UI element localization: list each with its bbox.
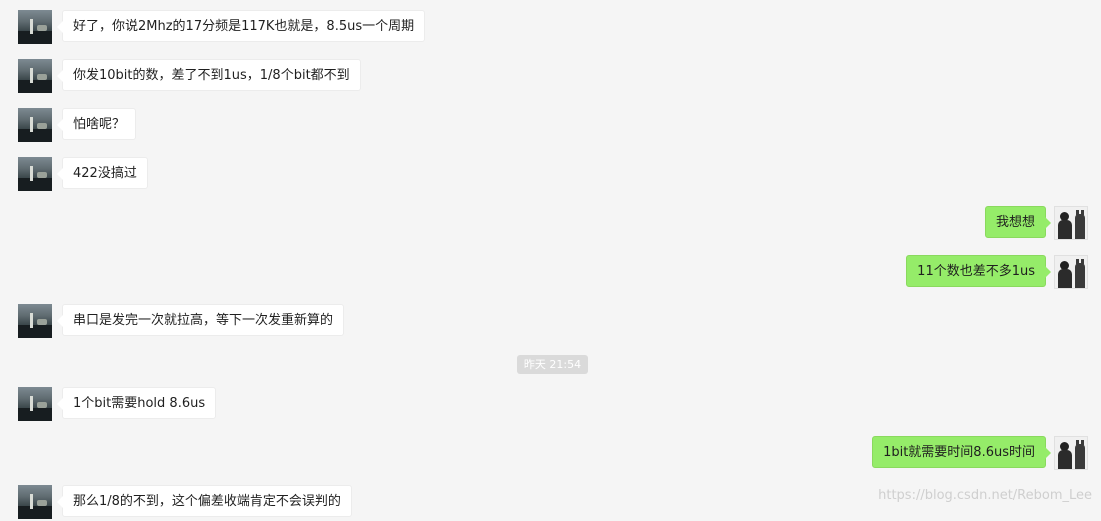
self-avatar-icon[interactable] xyxy=(1054,436,1088,470)
message-row: 怕啥呢？ xyxy=(0,108,1101,144)
message-bubble[interactable]: 11个数也差不多1us xyxy=(906,255,1051,287)
self-avatar-icon[interactable] xyxy=(1054,255,1088,289)
message-row: 11个数也差不多1us xyxy=(0,255,1101,291)
message-row: 串口是发完一次就拉高，等下一次发重新算的 xyxy=(0,304,1101,340)
watermark-text: https://blog.csdn.net/Rebom_Lee xyxy=(878,488,1092,503)
message-bubble[interactable]: 422没搞过 xyxy=(57,157,148,189)
message-bubble[interactable]: 1bit就需要时间8.6us时间 xyxy=(872,436,1051,468)
contact-avatar-icon[interactable] xyxy=(18,108,52,142)
message-row: 1个bit需要hold 8.6us xyxy=(0,387,1101,423)
message-row: 你发10bit的数，差了不到1us，1/8个bit都不到 xyxy=(0,59,1101,95)
chat-window: 好了，你说2Mhz的17分频是117K也就是，8.5us一个周期 你发10bit… xyxy=(0,0,1101,519)
message-row: 我想想 xyxy=(0,206,1101,242)
contact-avatar-icon[interactable] xyxy=(18,157,52,191)
contact-avatar-icon[interactable] xyxy=(18,10,52,44)
message-row: 1bit就需要时间8.6us时间 xyxy=(0,436,1101,472)
contact-avatar-icon[interactable] xyxy=(18,485,52,519)
message-row: 好了，你说2Mhz的17分频是117K也就是，8.5us一个周期 xyxy=(0,10,1101,46)
timestamp-divider: 昨天 21:54 xyxy=(517,355,588,374)
message-bubble[interactable]: 你发10bit的数，差了不到1us，1/8个bit都不到 xyxy=(57,59,361,91)
contact-avatar-icon[interactable] xyxy=(18,304,52,338)
message-bubble[interactable]: 我想想 xyxy=(984,206,1052,238)
message-bubble[interactable]: 1个bit需要hold 8.6us xyxy=(56,387,217,419)
message-bubble[interactable]: 好了，你说2Mhz的17分频是117K也就是，8.5us一个周期 xyxy=(56,10,426,42)
contact-avatar-icon[interactable] xyxy=(18,59,52,93)
message-bubble[interactable]: 串口是发完一次就拉高，等下一次发重新算的 xyxy=(56,304,345,336)
contact-avatar-icon[interactable] xyxy=(18,387,52,421)
message-bubble[interactable]: 那么1/8的不到，这个偏差收端肯定不会误判的 xyxy=(57,485,352,517)
message-bubble[interactable]: 怕啥呢？ xyxy=(56,108,137,140)
self-avatar-icon[interactable] xyxy=(1054,206,1088,240)
message-row: 422没搞过 xyxy=(0,157,1101,193)
